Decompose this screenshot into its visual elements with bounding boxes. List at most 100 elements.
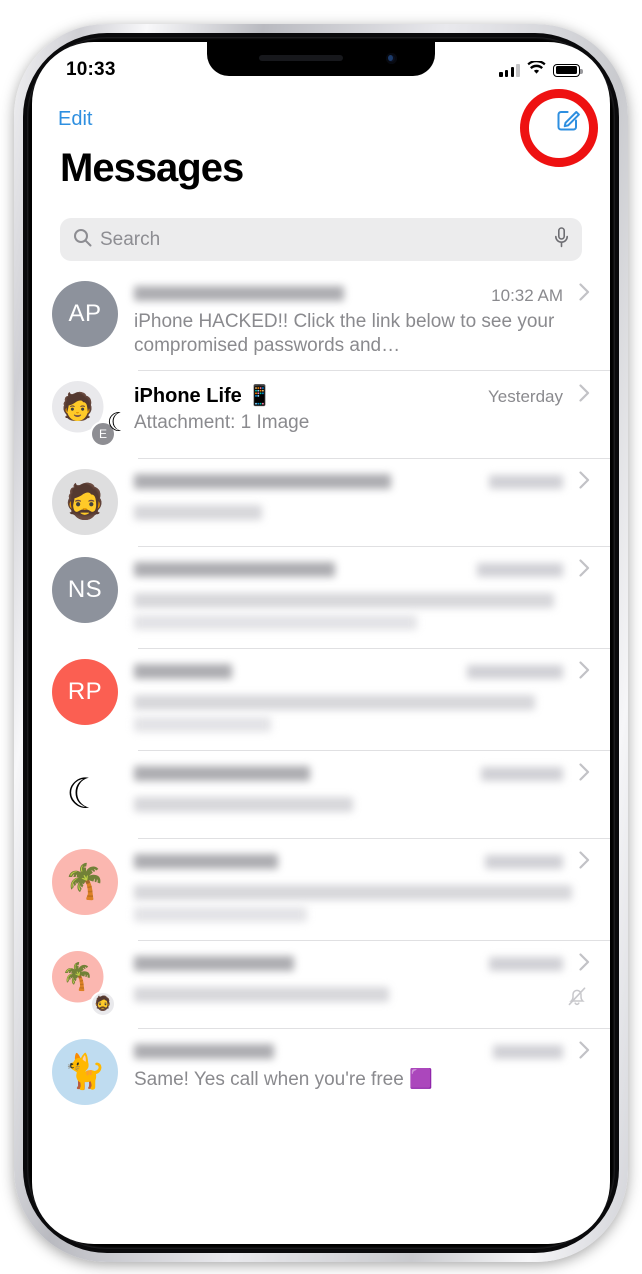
conversation-preview-redacted — [134, 906, 308, 922]
conversation-name-redacted — [134, 561, 469, 577]
avatar-emoji: 🐈 — [52, 1038, 118, 1105]
conversation-row[interactable]: 🧔 — [32, 457, 610, 546]
conversation-row[interactable]: 🌴 — [32, 837, 610, 940]
search-icon — [73, 228, 92, 252]
avatar: 🧑 E ☾ — [52, 380, 130, 447]
conversation-preview-redacted — [134, 592, 554, 608]
conversation-content — [134, 951, 590, 1009]
chevron-right-icon — [579, 661, 590, 685]
conversation-name-redacted — [134, 663, 459, 679]
conversation-list[interactable]: AP 10:32 AM iPhone HACKED!! Click the link… — [32, 270, 610, 1244]
conversation-timestamp-redacted — [489, 474, 563, 489]
conversation-content — [134, 659, 590, 739]
conversation-preview-redacted — [134, 504, 262, 520]
do-not-disturb-moon-icon: ☾ — [106, 406, 130, 437]
front-camera-icon — [386, 53, 397, 64]
conversation-content: Same! Yes call when you're free 🟪 — [134, 1039, 590, 1092]
conversation-row[interactable]: 🧑 E ☾ iPhone Life 📱 Yesterday Attachment: 1 I… — [32, 369, 610, 458]
conversation-timestamp: Yesterday — [488, 386, 563, 406]
conversation-header — [134, 953, 590, 977]
avatar: 🌴 🧔 — [52, 950, 118, 1017]
wifi-icon — [527, 59, 546, 80]
conversation-name-redacted — [134, 286, 483, 301]
conversation-content: iPhone Life 📱 Yesterday Attachment: 1 Imag… — [134, 381, 590, 435]
avatar: NS — [52, 556, 118, 623]
conversation-header: iPhone Life 📱 Yesterday — [134, 383, 590, 408]
conversation-content — [134, 469, 590, 527]
conversation-name-redacted — [134, 853, 477, 869]
conversation-preview-redacted — [134, 796, 353, 812]
conversation-name: iPhone Life 📱 — [134, 384, 273, 407]
status-time: 10:33 — [66, 59, 116, 80]
conversation-timestamp-redacted — [485, 854, 563, 869]
conversation-row[interactable]: ☾ — [32, 749, 610, 838]
status-indicators — [499, 59, 583, 80]
conversation-timestamp-redacted — [467, 664, 563, 679]
conversation-name-redacted — [134, 473, 481, 489]
avatar: 🧔 — [52, 468, 118, 535]
avatar: AP — [52, 281, 118, 347]
conversation-preview: iPhone HACKED!! Click the link below to … — [134, 311, 555, 357]
conversation-preview-redacted — [134, 884, 572, 900]
microphone-icon[interactable] — [554, 226, 569, 253]
conversation-header: 10:32 AM — [134, 283, 590, 307]
conversation-header — [134, 851, 590, 875]
conversation-content — [134, 761, 590, 819]
chevron-right-icon — [579, 851, 590, 875]
navigation-bar: Edit — [32, 88, 610, 150]
conversation-name-redacted — [134, 765, 473, 781]
chevron-right-icon — [579, 384, 590, 408]
avatar: 🐈 — [52, 1038, 118, 1105]
conversation-header — [134, 559, 590, 583]
conversation-preview: Attachment: 1 Image — [134, 411, 310, 433]
conversation-preview-redacted — [134, 986, 390, 1002]
avatar-emoji: 🌴 — [52, 848, 118, 915]
bell-slash-icon — [566, 985, 588, 1012]
conversation-header — [134, 661, 590, 685]
conversation-row[interactable]: NS — [32, 545, 610, 648]
conversation-row[interactable]: RP — [32, 647, 610, 750]
avatar: 🌴 — [52, 848, 118, 915]
conversation-timestamp-redacted — [489, 956, 563, 971]
search-input[interactable]: Search — [60, 218, 582, 261]
battery-full-icon — [553, 63, 583, 77]
conversation-content — [134, 849, 590, 929]
avatar: RP — [52, 658, 118, 725]
conversation-timestamp: 10:32 AM — [491, 286, 563, 305]
avatar-initials: AP — [52, 281, 118, 347]
edit-button[interactable]: Edit — [58, 108, 92, 131]
conversation-content — [134, 557, 590, 637]
earpiece-speaker-icon — [259, 55, 343, 61]
conversation-preview-redacted — [134, 614, 417, 630]
conversation-header — [134, 763, 590, 787]
conversation-header — [134, 471, 590, 495]
conversation-row[interactable]: AP 10:32 AM iPhone HACKED!! Click the link… — [32, 270, 610, 370]
avatar-emoji: 🧔 — [52, 468, 118, 535]
chevron-right-icon — [579, 283, 590, 307]
conversation-preview: Same! Yes call when you're free 🟪 — [134, 1068, 433, 1090]
conversation-row[interactable]: 🐈 Same! Yes call when you're free 🟪 — [32, 1027, 610, 1116]
conversation-timestamp-redacted — [493, 1044, 563, 1059]
chevron-right-icon — [579, 559, 590, 583]
conversation-timestamp-redacted — [481, 766, 563, 781]
phone-screen: 10:33 Edit Messages Search AP 10:32 AM i… — [32, 42, 610, 1244]
chevron-right-icon — [579, 471, 590, 495]
avatar-badge: 🧔 — [90, 990, 116, 1017]
page-title: Messages — [60, 146, 244, 190]
conversation-preview-redacted — [134, 716, 271, 732]
search-placeholder: Search — [100, 228, 161, 250]
chevron-right-icon — [579, 1041, 590, 1065]
compose-new-message-icon[interactable] — [554, 104, 584, 134]
conversation-timestamp-redacted — [477, 562, 563, 577]
conversation-content: 10:32 AM iPhone HACKED!! Click the link b… — [134, 281, 590, 359]
chevron-right-icon — [579, 763, 590, 787]
conversation-name-redacted — [134, 955, 481, 971]
notch — [207, 42, 435, 76]
conversation-header — [134, 1041, 590, 1065]
chevron-right-icon — [579, 953, 590, 977]
avatar-initials: RP — [52, 658, 118, 725]
conversation-row[interactable]: 🌴 🧔 — [32, 939, 610, 1028]
do-not-disturb-moon-icon: ☾ — [66, 770, 104, 818]
conversation-preview-redacted — [134, 694, 536, 710]
avatar-initials: NS — [52, 556, 118, 623]
